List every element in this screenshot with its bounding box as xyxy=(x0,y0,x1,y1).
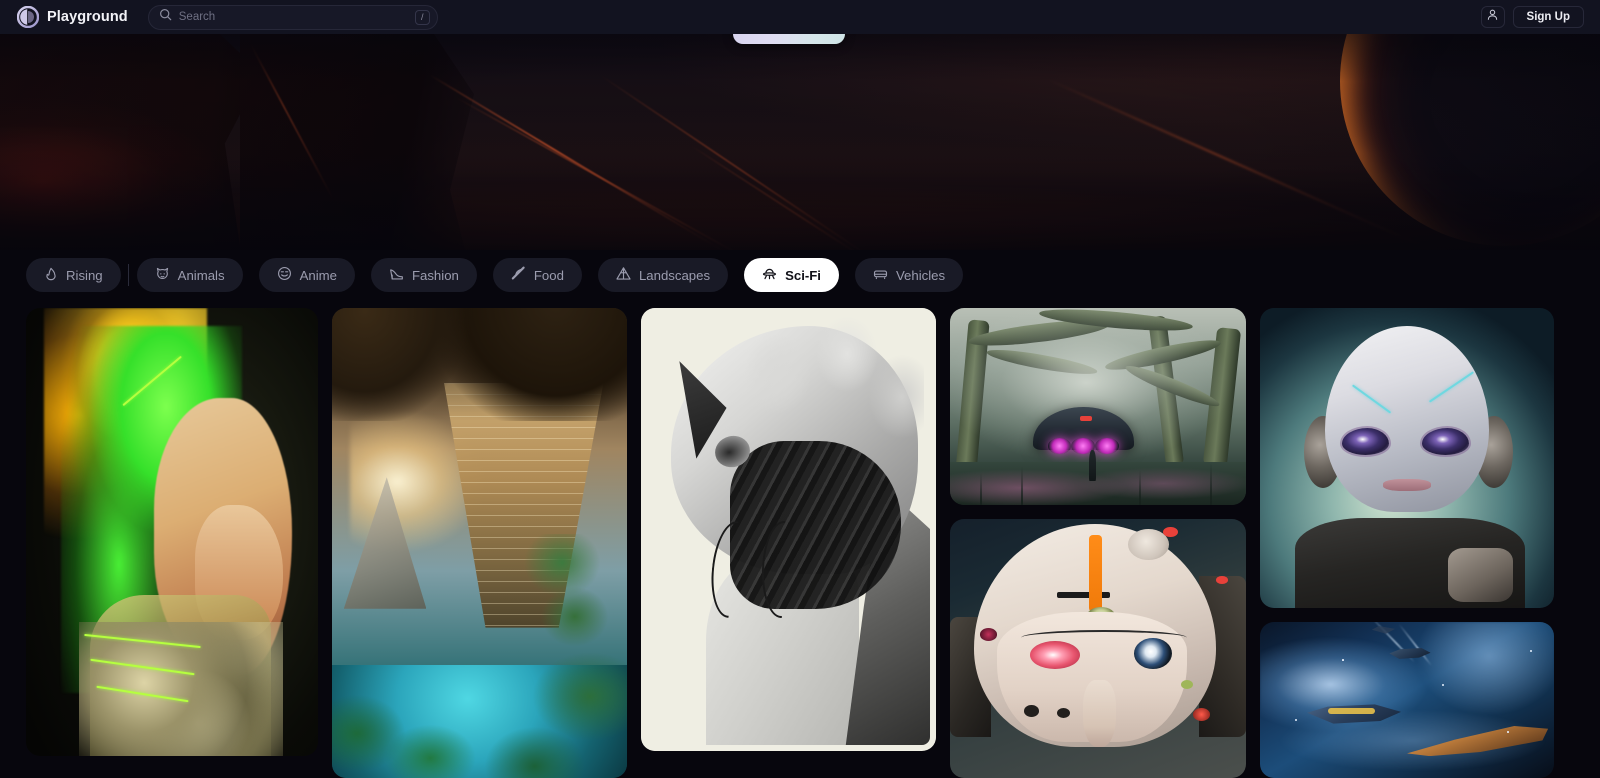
artwork-spaceships-nebula xyxy=(1260,622,1554,778)
smiley-icon xyxy=(277,266,292,284)
artwork-layer xyxy=(1180,679,1193,689)
artwork-layer xyxy=(1342,659,1344,662)
artwork-cyborg-woman xyxy=(26,308,318,756)
user-icon xyxy=(1486,8,1499,26)
filter-pill-label: Food xyxy=(533,267,564,283)
artwork-layer xyxy=(979,627,998,641)
filter-pill-landscapes[interactable]: Landscapes xyxy=(597,258,729,292)
header-actions: Sign Up xyxy=(1480,6,1588,28)
filter-pill-label: Fashion xyxy=(411,267,459,283)
image-gallery-grid xyxy=(26,308,1574,778)
filter-pill-anime[interactable]: Anime xyxy=(258,258,355,292)
car-icon xyxy=(873,266,888,284)
search-input[interactable] xyxy=(178,11,408,23)
artwork-layer xyxy=(1047,438,1072,454)
filter-divider-wrap xyxy=(121,258,137,292)
artwork-layer xyxy=(1421,428,1469,455)
flame-icon xyxy=(44,267,58,284)
artwork-utopian-landscape xyxy=(332,308,627,778)
artwork-layer xyxy=(1024,705,1039,718)
filter-pill-sci-fi[interactable]: Sci-Fi xyxy=(744,258,839,292)
search-bar[interactable]: / xyxy=(147,4,438,30)
artwork-layer xyxy=(1080,416,1093,422)
artwork-layer xyxy=(1342,428,1390,455)
filter-pill-label: Sci-Fi xyxy=(785,267,821,283)
playground-app: Playground / Sign Up xyxy=(0,0,1600,778)
gallery-tile[interactable] xyxy=(26,308,318,756)
gallery-column xyxy=(950,308,1246,778)
artwork-layer xyxy=(1216,575,1229,584)
brand-name: Playground xyxy=(47,9,128,25)
category-filter-bar: Rising Animals Anime Fashion Food Landsc… xyxy=(26,258,964,292)
filter-divider xyxy=(128,264,130,286)
filter-pill-animals[interactable]: Animals xyxy=(136,258,243,292)
pizza-icon xyxy=(511,266,526,284)
hero-cta-pill[interactable] xyxy=(733,34,845,44)
artwork-layer xyxy=(950,461,1246,505)
artwork-android-head xyxy=(950,519,1246,778)
gallery-column xyxy=(26,308,318,778)
gallery-tile[interactable] xyxy=(950,308,1246,505)
artwork-alien-child xyxy=(1260,308,1554,608)
gallery-tile[interactable] xyxy=(1260,622,1554,778)
gallery-tile[interactable] xyxy=(950,519,1246,778)
artwork-layer xyxy=(1095,438,1119,454)
artwork-layer xyxy=(1163,526,1178,538)
artwork-layer xyxy=(332,308,627,421)
artwork-layer xyxy=(1383,479,1431,491)
cat-icon xyxy=(155,266,170,284)
artwork-layer xyxy=(1448,548,1513,602)
artwork-layer xyxy=(1089,534,1103,613)
hero-vignette xyxy=(0,34,1600,250)
playground-logo-icon xyxy=(16,5,40,29)
artwork-swamp-ufo xyxy=(950,308,1246,505)
gallery-column xyxy=(1260,308,1554,778)
artwork-layer xyxy=(1506,731,1509,733)
filter-pill-rising[interactable]: Rising xyxy=(26,258,121,292)
signup-button[interactable]: Sign Up xyxy=(1512,6,1584,28)
hero-banner[interactable] xyxy=(0,34,1600,250)
artwork-layer xyxy=(509,533,616,694)
filter-pill-fashion[interactable]: Fashion xyxy=(370,258,477,292)
artwork-layer xyxy=(1133,638,1172,670)
filter-pill-label: Anime xyxy=(299,267,337,283)
artwork-layer xyxy=(1139,469,1142,505)
artwork-layer xyxy=(1021,465,1024,505)
artwork-alien-creature-sketch xyxy=(641,308,936,751)
gallery-column xyxy=(332,308,627,778)
gallery-tile[interactable] xyxy=(332,308,627,778)
gallery-tile[interactable] xyxy=(1260,308,1554,608)
search-shortcut-badge: / xyxy=(414,9,430,25)
filter-pill-label: Vehicles xyxy=(895,267,946,283)
filter-pill-label: Landscapes xyxy=(638,267,711,283)
artwork-layer xyxy=(1210,461,1213,505)
gallery-tile[interactable] xyxy=(641,308,936,751)
artwork-layer xyxy=(1089,449,1097,482)
artwork-layer xyxy=(1029,640,1081,670)
artwork-layer xyxy=(1083,679,1116,747)
brand-logo[interactable]: Playground xyxy=(12,5,128,29)
filter-pill-label: Animals xyxy=(177,267,225,283)
artwork-layer xyxy=(641,308,936,751)
mountain-icon xyxy=(616,266,631,284)
heel-icon xyxy=(389,266,404,284)
filter-pill-vehicles[interactable]: Vehicles xyxy=(854,258,964,292)
filter-pill-label: Rising xyxy=(66,267,103,283)
filter-pill-food[interactable]: Food xyxy=(492,258,582,292)
top-header: Playground / Sign Up xyxy=(0,0,1600,34)
artwork-layer xyxy=(1327,707,1375,715)
search-icon xyxy=(159,8,172,26)
gallery-column xyxy=(641,308,936,778)
artwork-layer xyxy=(1260,622,1554,778)
artwork-layer xyxy=(979,473,982,505)
account-button[interactable] xyxy=(1480,6,1505,28)
ufo-icon xyxy=(762,266,777,284)
